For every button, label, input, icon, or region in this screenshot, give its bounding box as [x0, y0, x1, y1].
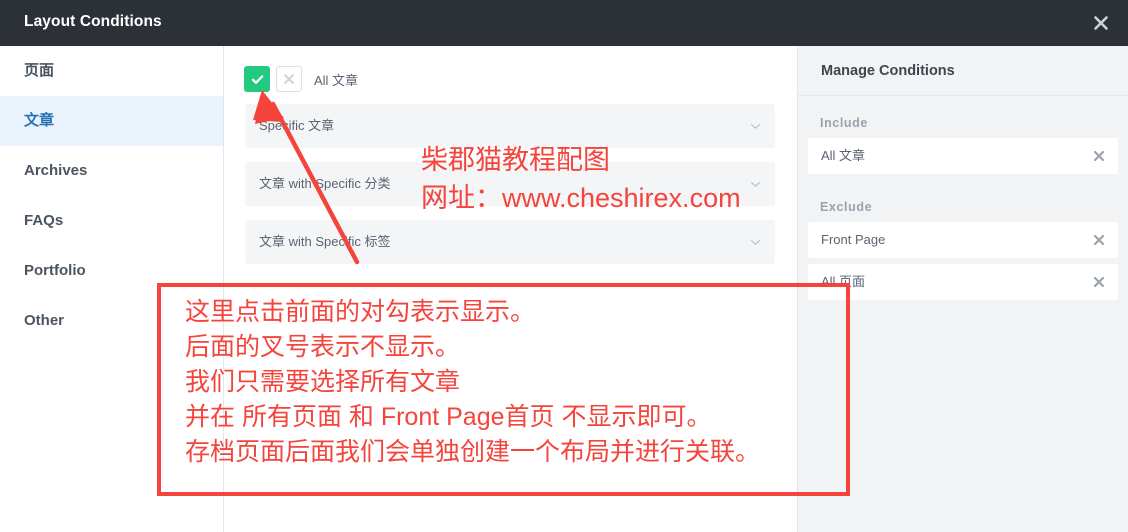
modal-header: Layout Conditions	[0, 0, 1128, 46]
close-icon[interactable]	[1090, 273, 1108, 291]
dropdown-label: 文章 with Specific 标签	[259, 234, 391, 249]
all-posts-toggle-row: All 文章	[244, 66, 358, 92]
sidebar-item-portfolio[interactable]: Portfolio	[0, 246, 223, 296]
chevron-down-icon	[750, 237, 761, 248]
dropdown-specific-posts[interactable]: Specific 文章	[245, 104, 775, 148]
exclude-group: Exclude Front Page All 页面	[798, 180, 1128, 300]
dropdown-posts-with-category[interactable]: 文章 with Specific 分类	[245, 162, 775, 206]
check-icon[interactable]	[244, 66, 270, 92]
condition-label: All 文章	[821, 148, 866, 163]
include-group-title: Include	[820, 116, 868, 130]
dropdown-posts-with-tag[interactable]: 文章 with Specific 标签	[245, 220, 775, 264]
sidebar-item-faqs[interactable]: FAQs	[0, 196, 223, 246]
close-icon[interactable]	[1090, 147, 1108, 165]
condition-label: All 页面	[821, 274, 866, 289]
exclude-group-title: Exclude	[820, 200, 873, 214]
dropdown-label: 文章 with Specific 分类	[259, 176, 391, 191]
close-icon[interactable]	[1086, 8, 1116, 38]
list-item[interactable]: Front Page	[808, 222, 1118, 258]
manage-conditions-panel: Manage Conditions Include All 文章 Exclude…	[797, 46, 1128, 532]
dropdown-label: Specific 文章	[259, 118, 335, 133]
include-group: Include All 文章	[798, 96, 1128, 174]
sidebar-item-other[interactable]: Other	[0, 296, 223, 346]
sidebar-item-pages[interactable]: 页面	[0, 46, 223, 96]
layout-conditions-modal: Layout Conditions 页面 文章 Archives FAQs Po…	[0, 0, 1128, 532]
cross-icon[interactable]	[276, 66, 302, 92]
sidebar-item-posts[interactable]: 文章	[0, 96, 223, 146]
chevron-down-icon	[750, 179, 761, 190]
condition-label: Front Page	[821, 232, 886, 247]
sidebar-item-archives[interactable]: Archives	[0, 146, 223, 196]
sidebar: 页面 文章 Archives FAQs Portfolio Other	[0, 46, 224, 532]
list-item[interactable]: All 页面	[808, 264, 1118, 300]
manage-conditions-title: Manage Conditions	[798, 46, 1128, 96]
close-icon[interactable]	[1090, 231, 1108, 249]
chevron-down-icon	[750, 121, 761, 132]
page-title: Layout Conditions	[24, 13, 162, 30]
list-item[interactable]: All 文章	[808, 138, 1118, 174]
all-posts-label: All 文章	[314, 72, 359, 88]
condition-dropdown-list: Specific 文章 文章 with Specific 分类 文章 with …	[245, 104, 775, 278]
